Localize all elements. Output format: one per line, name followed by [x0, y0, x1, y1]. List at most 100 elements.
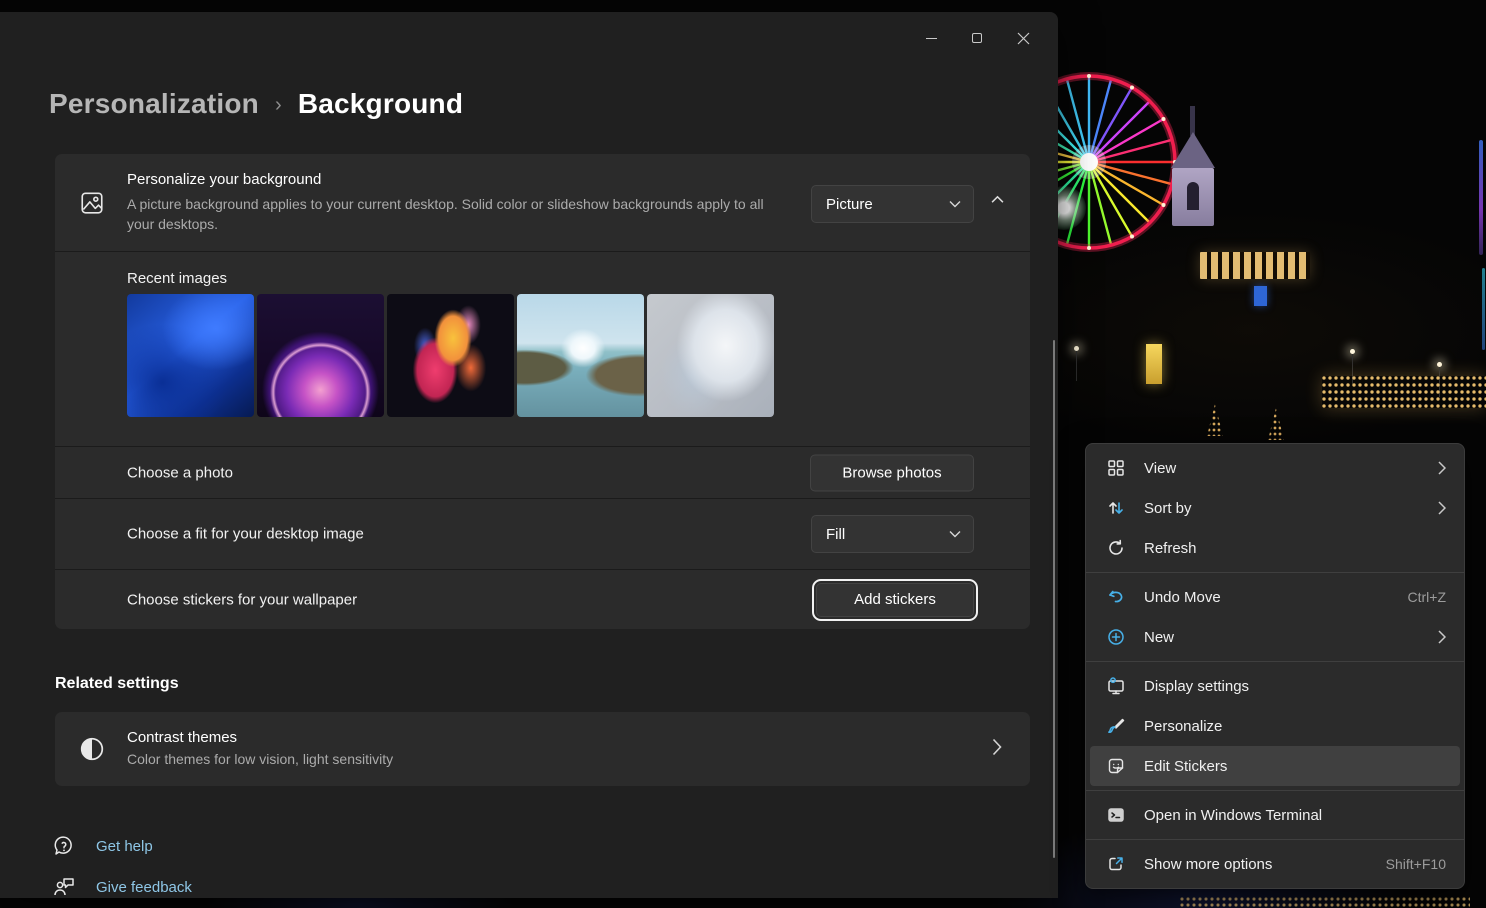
- give-feedback-label: Give feedback: [96, 879, 192, 896]
- street-lamp: [1350, 349, 1355, 354]
- page-title: Background: [298, 88, 463, 120]
- sticker-icon: [1106, 757, 1126, 775]
- add-stickers-button[interactable]: Add stickers: [816, 583, 974, 617]
- menu-item-view[interactable]: View: [1086, 448, 1464, 488]
- menu-item-label: Personalize: [1144, 718, 1446, 735]
- terminal-icon: [1106, 806, 1126, 824]
- browse-photos-button[interactable]: Browse photos: [810, 454, 974, 491]
- menu-item-sort-by[interactable]: Sort by: [1086, 488, 1464, 528]
- recent-image-thumbnail-3[interactable]: [387, 294, 514, 417]
- help-bubble-icon: [52, 834, 76, 858]
- background-settings-group: Personalize your background A picture ba…: [55, 154, 1030, 629]
- menu-item-new[interactable]: New: [1086, 617, 1464, 657]
- choose-fit-row: Choose a fit for your desktop image Fill: [55, 499, 1030, 570]
- get-help-label: Get help: [96, 838, 153, 855]
- card-description: A picture background applies to your cur…: [127, 194, 777, 234]
- menu-separator: [1086, 790, 1464, 791]
- choose-photo-row: Choose a photo Browse photos: [55, 447, 1030, 499]
- menu-item-label: New: [1144, 629, 1426, 646]
- recent-image-thumbnail-5[interactable]: [647, 294, 774, 417]
- neon-edge-light-2: [1482, 268, 1485, 350]
- choose-fit-label: Choose a fit for your desktop image: [127, 526, 364, 543]
- card-title: Personalize your background: [127, 171, 321, 188]
- lit-tree: [1268, 408, 1284, 440]
- refresh-icon: [1106, 539, 1126, 557]
- chevron-right-icon: [1438, 630, 1446, 644]
- chevron-down-icon: [949, 200, 961, 208]
- neon-edge-light: [1479, 140, 1483, 255]
- new-plus-icon: [1106, 628, 1126, 646]
- recent-images-section: Recent images: [55, 252, 1030, 447]
- menu-separator: [1086, 839, 1464, 840]
- chevron-right-icon: [1438, 501, 1446, 515]
- menu-item-label: Display settings: [1144, 678, 1446, 695]
- personalize-background-card: Personalize your background A picture ba…: [55, 154, 1030, 252]
- menu-item-label: Refresh: [1144, 540, 1446, 557]
- background-type-value: Picture: [826, 196, 873, 213]
- menu-item-personalize[interactable]: Personalize: [1086, 706, 1464, 746]
- lit-window-yellow: [1146, 344, 1162, 384]
- related-settings-header: Related settings: [55, 675, 179, 693]
- menu-item-open-windows-terminal[interactable]: Open in Windows Terminal: [1086, 795, 1464, 835]
- recent-images-row: [127, 294, 774, 417]
- add-stickers-focus-ring: Add stickers: [812, 579, 978, 621]
- lit-building-windows: [1200, 252, 1310, 279]
- menu-item-label: Show more options: [1144, 856, 1374, 873]
- chevron-right-icon: [992, 738, 1002, 756]
- contrast-themes-row[interactable]: Contrast themes Color themes for low vis…: [55, 712, 1030, 786]
- menu-item-refresh[interactable]: Refresh: [1086, 528, 1464, 568]
- string-lights-bottom: [1180, 897, 1470, 908]
- menu-item-undo-move[interactable]: Undo Move Ctrl+Z: [1086, 577, 1464, 617]
- get-help-link[interactable]: Get help: [52, 834, 153, 858]
- lit-window-blue: [1254, 286, 1267, 306]
- choose-stickers-label: Choose stickers for your wallpaper: [127, 591, 357, 608]
- contrast-themes-subtitle: Color themes for low vision, light sensi…: [127, 751, 393, 767]
- menu-item-label: Undo Move: [1144, 589, 1396, 606]
- choose-photo-label: Choose a photo: [127, 464, 233, 481]
- close-button[interactable]: [1000, 20, 1046, 56]
- view-grid-icon: [1106, 459, 1126, 477]
- fit-dropdown-value: Fill: [826, 526, 845, 543]
- church-steeple: [1171, 106, 1215, 226]
- breadcrumb-separator-icon: ›: [275, 94, 282, 117]
- street-lamp: [1437, 362, 1442, 367]
- screen: Personalization › Background Personalize…: [0, 0, 1486, 908]
- menu-item-label: Open in Windows Terminal: [1144, 807, 1446, 824]
- desktop-context-menu: View Sort by Refresh: [1085, 443, 1465, 889]
- minimize-button[interactable]: [908, 20, 954, 56]
- chevron-up-icon: [991, 195, 1004, 204]
- background-type-dropdown[interactable]: Picture: [811, 185, 974, 223]
- scrollbar[interactable]: [1053, 340, 1055, 858]
- recent-images-label: Recent images: [127, 270, 227, 287]
- collapse-expander-button[interactable]: [991, 195, 1004, 204]
- menu-item-edit-stickers[interactable]: Edit Stickers: [1090, 746, 1460, 786]
- menu-item-label: Sort by: [1144, 500, 1426, 517]
- chevron-down-icon: [949, 530, 961, 538]
- lit-tree: [1207, 404, 1223, 436]
- personalize-brush-icon: [1106, 717, 1126, 735]
- close-icon: [1017, 32, 1030, 45]
- picture-icon: [79, 190, 105, 216]
- feedback-person-icon: [52, 875, 76, 899]
- menu-item-label: Edit Stickers: [1144, 758, 1446, 775]
- string-lights-fence: [1322, 376, 1486, 408]
- breadcrumb-personalization[interactable]: Personalization: [49, 88, 259, 120]
- recent-image-thumbnail-2[interactable]: [257, 294, 384, 417]
- settings-window: Personalization › Background Personalize…: [0, 12, 1058, 898]
- sort-arrows-icon: [1106, 499, 1126, 517]
- contrast-themes-title: Contrast themes: [127, 729, 237, 746]
- more-options-icon: [1106, 855, 1126, 873]
- recent-image-thumbnail-4[interactable]: [517, 294, 644, 417]
- minimize-icon: [926, 38, 937, 39]
- maximize-button[interactable]: [954, 20, 1000, 56]
- undo-icon: [1106, 588, 1126, 606]
- menu-item-label: View: [1144, 460, 1426, 477]
- fit-dropdown[interactable]: Fill: [811, 515, 974, 553]
- display-settings-icon: [1106, 677, 1126, 695]
- recent-image-thumbnail-1[interactable]: [127, 294, 254, 417]
- menu-item-shortcut: Ctrl+Z: [1408, 589, 1447, 605]
- chevron-right-icon: [1438, 461, 1446, 475]
- menu-item-display-settings[interactable]: Display settings: [1086, 666, 1464, 706]
- give-feedback-link[interactable]: Give feedback: [52, 875, 192, 899]
- menu-item-show-more-options[interactable]: Show more options Shift+F10: [1086, 844, 1464, 884]
